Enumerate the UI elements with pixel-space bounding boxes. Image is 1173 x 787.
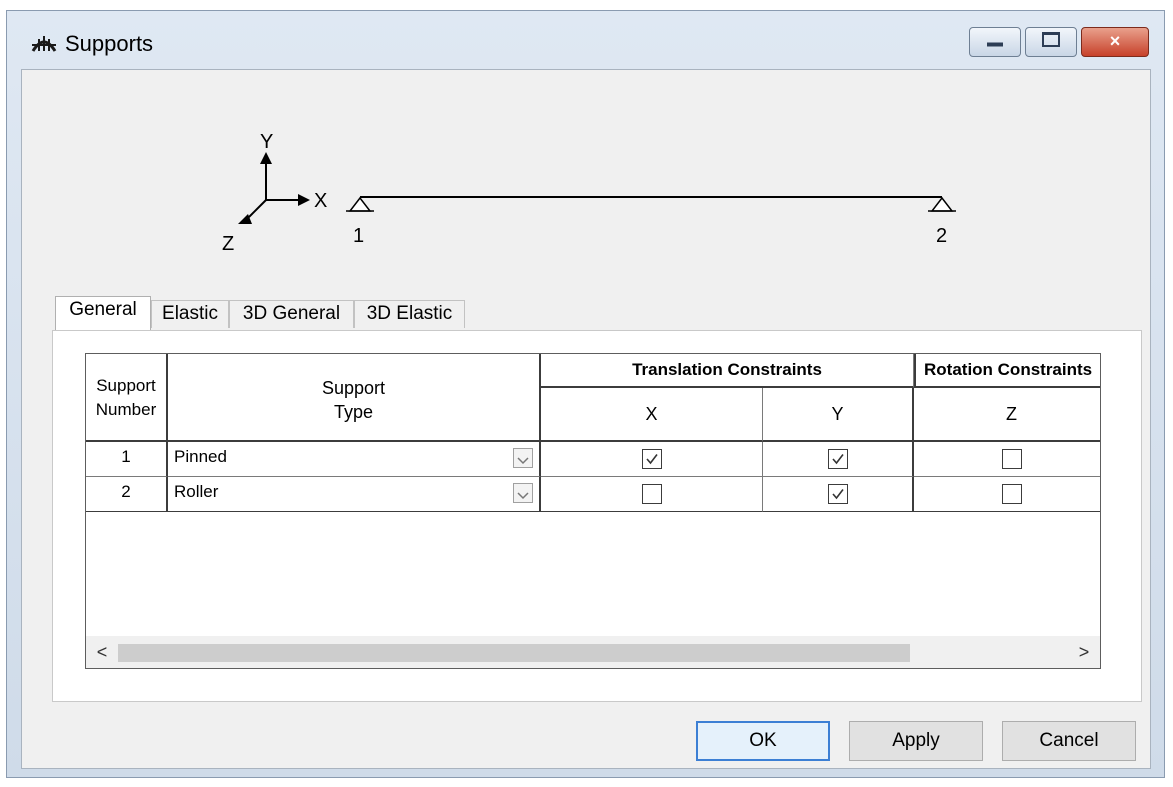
row-1-translation-y-checkbox[interactable] (827, 449, 848, 469)
title-bar[interactable]: Supports × (7, 11, 1164, 67)
chevron-down-icon (517, 492, 529, 500)
header-translation-x: X (541, 388, 763, 442)
structure-diagram: Y X Z 1 2 (222, 131, 956, 255)
apply-button[interactable]: Apply (849, 721, 983, 761)
ok-button[interactable]: OK (696, 721, 830, 761)
header-support-number: Support Number (86, 354, 168, 442)
checkmark-icon (645, 454, 658, 465)
row-1-translation-x-cell (541, 442, 763, 477)
row-1-translation-x-checkbox[interactable] (641, 449, 662, 469)
close-icon: × (1109, 31, 1121, 51)
checkmark-icon (831, 489, 844, 500)
scroll-right-button[interactable]: > (1072, 640, 1096, 664)
row-2-type-dropdown-button[interactable] (513, 483, 533, 503)
minimize-icon (987, 42, 1003, 47)
header-support-number-line1: Support (96, 376, 156, 395)
row-2-translation-y-checkbox[interactable] (827, 484, 848, 504)
scroll-left-button[interactable]: < (90, 640, 114, 664)
row-2-rotation-z-checkbox[interactable] (1002, 484, 1022, 504)
maximize-icon (1042, 32, 1060, 47)
tab-general[interactable]: General (55, 296, 151, 330)
coordinate-axes (238, 152, 310, 224)
support-symbol-2 (930, 196, 954, 212)
x-axis-label: X (314, 190, 327, 212)
supports-window: Supports × Y X Z 1 2 General Elastic 3D … (6, 10, 1165, 778)
row-1-number: 1 (86, 442, 168, 477)
tab-3d-elastic[interactable]: 3D Elastic (354, 300, 465, 328)
window-title: Supports (65, 31, 154, 56)
header-support-type-line1: Support (321, 378, 386, 398)
row-1-type-value: Pinned (174, 447, 227, 466)
tab-3d-general[interactable]: 3D General (229, 300, 354, 328)
checkmark-icon (831, 454, 844, 465)
horizontal-scrollbar[interactable]: < > (86, 636, 1100, 668)
row-2-type-value: Roller (174, 482, 219, 501)
row-1-rotation-z-cell (914, 442, 1100, 477)
row-2-number: 2 (86, 477, 168, 512)
scrollbar-thumb[interactable] (118, 644, 910, 662)
dialog-body: Y X Z 1 2 General Elastic 3D General 3D … (21, 69, 1151, 769)
row-1-type-dropdown-button[interactable] (513, 448, 533, 468)
y-axis-label: Y (260, 131, 273, 153)
z-axis-label: Z (222, 233, 234, 255)
header-translation-y: Y (763, 388, 914, 442)
header-support-type-line2: Type (333, 402, 374, 422)
general-tab-panel: Support Number Support Type Translation … (52, 330, 1142, 702)
row-2-type-select[interactable]: Roller (168, 477, 541, 512)
header-support-number-line2: Number (95, 400, 157, 419)
supports-grid: Support Number Support Type Translation … (85, 353, 1101, 669)
row-2-rotation-z-cell (914, 477, 1100, 512)
node-label-1: 1 (353, 225, 364, 247)
tab-elastic[interactable]: Elastic (151, 300, 229, 328)
bridge-icon (31, 36, 57, 52)
maximize-button[interactable] (1025, 27, 1077, 57)
header-rotation-constraints: Rotation Constraints (914, 354, 1100, 388)
header-support-type: Support Type (168, 354, 541, 442)
header-translation-constraints: Translation Constraints (541, 354, 914, 388)
support-symbol-1 (348, 196, 372, 212)
row-2-translation-x-cell (541, 477, 763, 512)
row-2-translation-x-checkbox[interactable] (641, 484, 662, 504)
header-rotation-z: Z (914, 388, 1100, 442)
close-button[interactable]: × (1081, 27, 1149, 57)
node-label-2: 2 (936, 225, 947, 247)
minimize-button[interactable] (969, 27, 1021, 57)
cancel-button[interactable]: Cancel (1002, 721, 1136, 761)
row-1-translation-y-cell (763, 442, 914, 477)
row-1-type-select[interactable]: Pinned (168, 442, 541, 477)
row-2-translation-y-cell (763, 477, 914, 512)
row-1-rotation-z-checkbox[interactable] (1002, 449, 1022, 469)
chevron-down-icon (517, 457, 529, 465)
